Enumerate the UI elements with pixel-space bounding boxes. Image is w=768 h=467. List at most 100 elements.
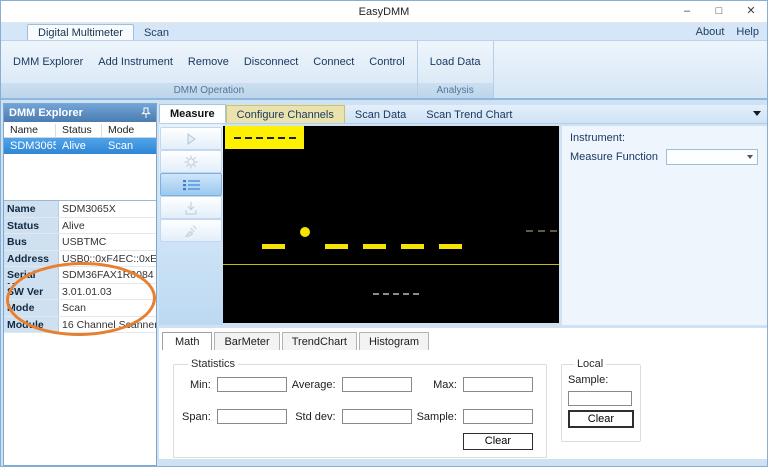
ribbon-group-label-analysis: Analysis [418, 83, 493, 98]
tab-math[interactable]: Math [162, 332, 212, 350]
local-sample-input[interactable] [568, 391, 632, 406]
tab-histogram[interactable]: Histogram [359, 332, 429, 350]
local-title: Local [574, 358, 606, 370]
tab-digital-multimeter[interactable]: Digital Multimeter [27, 24, 134, 40]
measure-tool-strip [159, 124, 223, 325]
clear-display-button[interactable] [160, 219, 222, 242]
play-icon [184, 132, 198, 146]
std-dev-label: Std dev: [295, 411, 335, 423]
instrument-panel: Instrument: Measure Function [562, 126, 767, 325]
analysis-panel: Math BarMeter TrendChart Histogram Stati… [159, 328, 767, 459]
remove-button[interactable]: Remove [188, 56, 229, 68]
save-data-button[interactable] [160, 196, 222, 219]
tab-measure[interactable]: Measure [159, 104, 226, 123]
tab-trendchart[interactable]: TrendChart [282, 332, 357, 350]
primary-reading [262, 227, 462, 249]
std-dev-input[interactable] [342, 409, 412, 424]
local-group: Local Sample: Clear [561, 358, 641, 442]
instrument-table-empty [4, 154, 156, 200]
download-icon [184, 201, 198, 215]
instrument-mode: Scan [102, 140, 156, 152]
channel-list-button[interactable] [160, 173, 222, 196]
measure-function-row: Measure Function [570, 149, 767, 165]
min-label: Min: [190, 379, 211, 391]
property-row-name: Name SDM3065X [4, 201, 156, 218]
column-name: Name [4, 124, 56, 137]
instrument-table-header: Name Status Mode [4, 124, 156, 138]
dmm-explorer-header: DMM Explorer [4, 104, 156, 122]
property-row-serial-num: Serial Num SDM36FAX1R0084 [4, 267, 156, 284]
property-label: SW Ver [4, 284, 59, 300]
instrument-properties: Name SDM3065X Status Alive Bus USBTMC Ad… [4, 200, 156, 333]
span-label: Span: [182, 411, 211, 423]
control-button[interactable]: Control [369, 56, 404, 68]
property-value: SDM3065X [59, 201, 156, 217]
ribbon-group-label-dmm-operation: DMM Operation [1, 83, 417, 98]
tab-scan-data[interactable]: Scan Data [345, 106, 416, 123]
property-label: Address [4, 251, 59, 267]
maximize-button[interactable]: □ [703, 1, 735, 22]
span-input[interactable] [217, 409, 287, 424]
ribbon-buttons: Load Data [418, 41, 493, 83]
span-field-row: Span: [182, 409, 292, 424]
tab-barmeter[interactable]: BarMeter [214, 332, 279, 350]
tab-scan[interactable]: Scan [134, 25, 179, 40]
run-button[interactable] [160, 127, 222, 150]
unit-placeholder [526, 230, 557, 232]
property-row-status: Status Alive [4, 218, 156, 235]
statistics-title: Statistics [188, 358, 238, 370]
local-sample-label: Sample: [568, 374, 634, 386]
pin-icon[interactable] [141, 107, 151, 119]
menu-about[interactable]: About [696, 26, 725, 38]
dmm-explorer-button[interactable]: DMM Explorer [13, 56, 83, 68]
average-input[interactable] [342, 377, 412, 392]
sample-label: Sample: [417, 411, 457, 423]
list-icon [183, 179, 200, 191]
min-input[interactable] [217, 377, 287, 392]
tab-overflow-button[interactable] [753, 107, 767, 123]
instrument-label: Instrument: [570, 132, 767, 144]
measure-function-label: Measure Function [570, 151, 658, 163]
instrument-row-sdm3065x[interactable]: SDM3065X Alive Scan [4, 138, 156, 154]
average-label: Average: [292, 379, 336, 391]
load-data-button[interactable]: Load Data [430, 56, 481, 68]
ribbon: DMM Explorer Add Instrument Remove Disco… [1, 41, 767, 100]
local-clear-button[interactable]: Clear [568, 410, 634, 428]
connect-button[interactable]: Connect [313, 56, 354, 68]
sample-input[interactable] [463, 409, 533, 424]
statistics-clear-button[interactable]: Clear [463, 433, 533, 450]
minimize-button[interactable]: – [671, 1, 703, 22]
column-status: Status [56, 124, 102, 137]
window-controls: – □ ✕ [671, 1, 767, 22]
settings-button[interactable] [160, 150, 222, 173]
gear-icon [184, 155, 198, 169]
channel-badge [225, 126, 304, 149]
property-row-module: Module 16 Channel Scanner [4, 317, 156, 334]
menubar-right: About Help [696, 26, 767, 40]
measure-view: Instrument: Measure Function [159, 124, 767, 325]
disconnect-button[interactable]: Disconnect [244, 56, 298, 68]
property-value: 3.01.01.03 [59, 284, 156, 300]
sample-field-row: Sample: [417, 409, 538, 424]
tab-scan-trend-chart[interactable]: Scan Trend Chart [416, 106, 522, 123]
statistics-clear-row: Clear [182, 433, 538, 450]
ribbon-tab-bar: Digital Multimeter Scan About Help [1, 23, 767, 41]
menu-help[interactable]: Help [736, 26, 759, 38]
property-label: Bus [4, 234, 59, 250]
property-row-bus: Bus USBTMC [4, 234, 156, 251]
property-value: USB0::0xF4EC::0xEE38:... [59, 251, 156, 267]
property-value: USBTMC [59, 234, 156, 250]
measure-function-select[interactable] [666, 149, 758, 165]
add-instrument-button[interactable]: Add Instrument [98, 56, 173, 68]
main-area: Measure Configure Channels Scan Data Sca… [159, 101, 767, 466]
tab-configure-channels[interactable]: Configure Channels [226, 105, 345, 123]
math-tab-body: Statistics Min: Average: Max: [159, 350, 767, 458]
max-input[interactable] [463, 377, 533, 392]
property-label: Status [4, 218, 59, 234]
property-row-address: Address USB0::0xF4EC::0xEE38:... [4, 251, 156, 268]
close-button[interactable]: ✕ [735, 1, 767, 22]
broom-icon [184, 224, 198, 238]
property-value: Scan [59, 300, 156, 316]
analysis-tab-bar: Math BarMeter TrendChart Histogram [159, 328, 767, 350]
statistics-group: Statistics Min: Average: Max: [173, 358, 547, 458]
